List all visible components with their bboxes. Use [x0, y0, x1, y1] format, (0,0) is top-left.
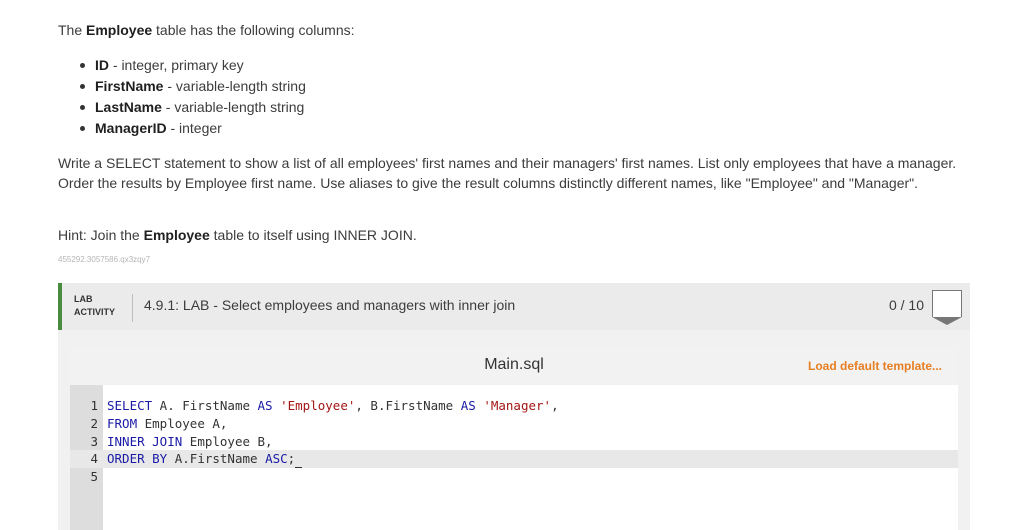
code-text[interactable]: SELECT A. FirstName AS 'Employee', B.Fir…: [107, 397, 559, 415]
code-line[interactable]: 4 ORDER BY A.FirstName ASC;: [70, 450, 958, 468]
sql-token: A.FirstName: [167, 451, 266, 467]
code-area[interactable]: 1 SELECT A. FirstName AS 'Employee', B.Fi…: [70, 397, 958, 486]
sql-string: 'Manager': [483, 398, 552, 413]
lab-title: 4.9.1: LAB - Select employees and manage…: [144, 297, 516, 313]
code-line[interactable]: 3 INNER JOIN Employee B,: [70, 433, 958, 451]
code-line[interactable]: 2 FROM Employee A,: [70, 415, 958, 433]
sql-token: , B.FirstName: [355, 398, 461, 413]
sql-token: ;: [287, 451, 296, 467]
sql-token: A. FirstName: [152, 398, 258, 413]
lab-accent-bar: [58, 283, 62, 330]
sql-string: 'Employee': [280, 398, 356, 413]
intro-text: The Employee table has the following col…: [58, 22, 355, 38]
sql-token: Employee B,: [182, 433, 273, 449]
sql-keyword: FROM: [107, 415, 138, 431]
text-cursor: [295, 454, 303, 468]
sql-keyword: ORDER BY: [107, 451, 168, 467]
code-text[interactable]: INNER JOIN Employee B,: [107, 433, 273, 451]
content-identifier: 455292.3057586.qx3zqy7: [58, 255, 151, 264]
code-line[interactable]: 5: [70, 468, 958, 486]
line-number: 2: [90, 415, 98, 431]
sql-keyword: ASC: [265, 451, 288, 467]
list-item: LastName - variable-length string: [80, 97, 306, 118]
sql-keyword: INNER JOIN: [107, 433, 183, 449]
list-item: FirstName - variable-length string: [80, 76, 306, 97]
lab-header: LAB ACTIVITY 4.9.1: LAB - Select employe…: [58, 283, 970, 330]
lab-activity-tag: LAB ACTIVITY: [74, 294, 116, 317]
column-list: ID - integer, primary key FirstName - va…: [58, 55, 306, 139]
list-item: ManagerID - integer: [80, 118, 306, 139]
hint-text: Hint: Join the Employee table to itself …: [58, 227, 417, 243]
code-editor[interactable]: Main.sql Load default template... 1 SELEC…: [70, 346, 958, 530]
load-default-template-link[interactable]: Load default template...: [808, 359, 942, 373]
line-number: 1: [90, 398, 98, 413]
code-text[interactable]: FROM Employee A,: [107, 415, 227, 433]
lab-activity: LAB ACTIVITY 4.9.1: LAB - Select employe…: [58, 283, 970, 530]
lab-score: 0 / 10: [888, 297, 924, 313]
score-badge-icon: [932, 290, 962, 325]
sql-keyword: AS: [460, 398, 476, 413]
sql-token: Employee A,: [137, 415, 228, 431]
code-line[interactable]: 1 SELECT A. FirstName AS 'Employee', B.Fi…: [70, 397, 958, 415]
code-text[interactable]: ORDER BY A.FirstName ASC;: [107, 450, 303, 468]
line-number: 4: [90, 451, 98, 467]
sql-token: ,: [551, 398, 559, 413]
sql-keyword: AS: [257, 398, 273, 413]
list-item: ID - integer, primary key: [80, 55, 306, 76]
table-name: Employee: [86, 22, 153, 38]
line-number: 3: [90, 433, 98, 449]
divider: [132, 294, 133, 322]
sql-keyword: SELECT: [107, 398, 153, 413]
task-text: Write a SELECT statement to show a list …: [58, 155, 957, 191]
line-number: 5: [90, 469, 98, 484]
editor-toolbar: Main.sql Load default template...: [70, 346, 958, 385]
